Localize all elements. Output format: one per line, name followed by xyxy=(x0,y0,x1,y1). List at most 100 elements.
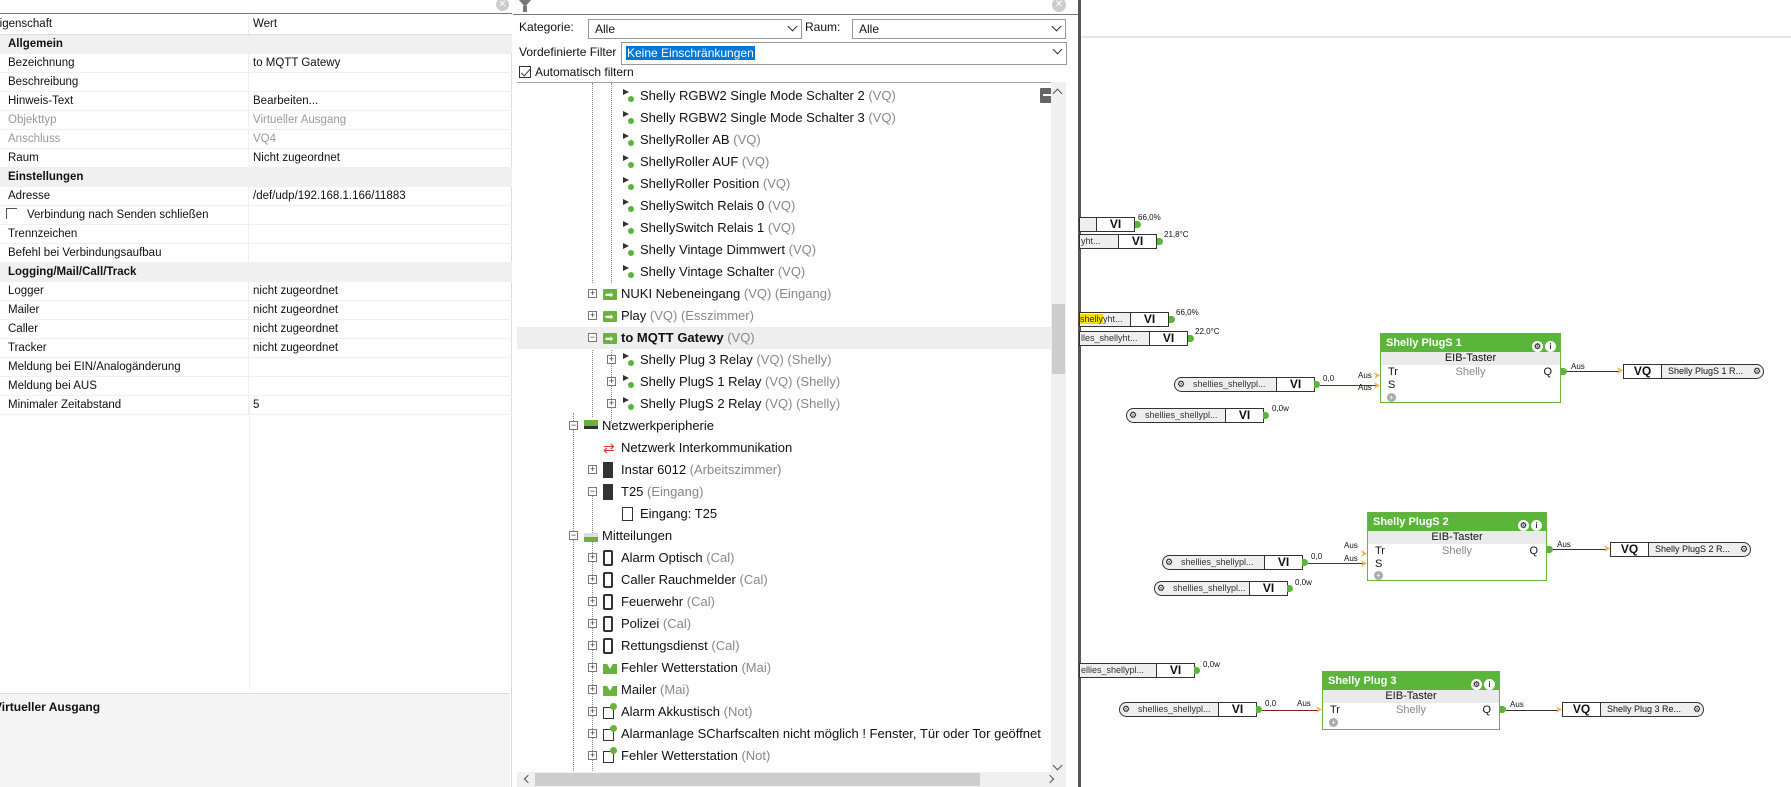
expand-icon[interactable]: + xyxy=(588,311,597,320)
property-value[interactable] xyxy=(249,206,512,224)
tree-item[interactable]: + Fehler Wetterstation (Not) xyxy=(517,745,1051,767)
tree-item[interactable]: ShellySwitch Relais 0 (VQ) xyxy=(517,195,1051,217)
expand-icon[interactable]: + xyxy=(588,575,597,584)
virtual-input-node[interactable]: ellies_shellypl... VI xyxy=(1079,663,1195,678)
property-value[interactable]: to MQTT Gatewy xyxy=(249,54,512,72)
gear-icon[interactable]: ⚙ xyxy=(1175,378,1187,391)
property-value[interactable]: Virtueller Ausgang xyxy=(249,111,512,129)
property-row[interactable]: Objekttyp Virtueller Ausgang xyxy=(0,111,512,130)
virtual-input-node[interactable]: shellyyht... VI xyxy=(1079,312,1169,327)
gear-icon[interactable]: ⚙ xyxy=(1127,409,1139,422)
property-value[interactable]: Nicht zugeordnet xyxy=(249,149,512,167)
property-row[interactable]: Meldung bei EIN/Analogänderung xyxy=(0,358,512,377)
property-value[interactable] xyxy=(249,73,512,91)
property-value[interactable] xyxy=(249,244,512,262)
tree-item[interactable]: Shelly RGBW2 Single Mode Schalter 2 (VQ) xyxy=(517,85,1051,107)
logic-block[interactable]: Shelly PlugS 2 ⚙ i EIB-Taster Tr S Q Shell… xyxy=(1367,512,1547,581)
checkbox-unchecked-icon[interactable] xyxy=(6,208,17,219)
property-row[interactable]: Minimaler Zeitabstand 5 xyxy=(0,396,512,415)
tree-item[interactable]: ShellyRoller AUF (VQ) xyxy=(517,151,1051,173)
expand-icon[interactable]: + xyxy=(588,729,597,738)
collapse-icon[interactable]: − xyxy=(569,421,578,430)
logic-block[interactable]: Shelly PlugS 1 ⚙ i EIB-Taster Tr S Q Shell… xyxy=(1380,333,1561,403)
tree-item[interactable]: + Shelly Plug 3 Relay (VQ) (Shelly) xyxy=(517,349,1051,371)
property-row[interactable]: Caller nicht zugeordnet xyxy=(0,320,512,339)
info-icon[interactable]: i xyxy=(1484,679,1495,690)
expand-icon[interactable]: + xyxy=(588,685,597,694)
output-port[interactable] xyxy=(1287,585,1293,592)
property-value[interactable] xyxy=(249,225,512,243)
gear-icon[interactable]: ⚙ xyxy=(1691,703,1703,716)
info-icon[interactable]: i xyxy=(1545,341,1556,352)
tree-item[interactable]: + Caller Rauchmelder (Cal) xyxy=(517,569,1051,591)
scroll-down-icon[interactable] xyxy=(1052,760,1063,771)
tree-item[interactable]: + Fehler Wetterstation (Mai) xyxy=(517,657,1051,679)
scroll-thumb[interactable] xyxy=(535,773,980,786)
add-input-icon[interactable]: + xyxy=(1374,571,1383,580)
property-value[interactable]: VQ4 xyxy=(249,130,512,148)
tree-item[interactable]: + Shelly PlugS 1 Relay (VQ) (Shelly) xyxy=(517,371,1051,393)
tree-item[interactable]: ShellyRoller Position (VQ) xyxy=(517,173,1051,195)
tree-item[interactable]: ⇄ Netzwerk Interkommunikation xyxy=(517,437,1051,459)
scroll-thumb[interactable] xyxy=(1052,304,1065,374)
predefined-filter-select[interactable]: Keine Einschränkungen xyxy=(621,42,1067,65)
virtual-input-node[interactable]: VI xyxy=(1079,217,1135,232)
tree-vertical-scrollbar[interactable] xyxy=(1051,82,1066,772)
tree-item[interactable]: + Feuerwehr (Cal) xyxy=(517,591,1051,613)
virtual-input-node[interactable]: lles_shellyht... VI xyxy=(1079,331,1188,346)
property-value[interactable]: /def/udp/192.168.1.166/11883 xyxy=(249,187,512,205)
close-icon[interactable]: ✕ xyxy=(496,0,509,11)
output-port[interactable] xyxy=(1194,667,1200,674)
expand-icon[interactable]: + xyxy=(607,377,616,386)
property-value[interactable]: Bearbeiten... xyxy=(249,92,512,110)
virtual-input-node[interactable]: ⚙ shellies_shellypl... VI xyxy=(1126,408,1264,423)
tree-item[interactable]: + Shelly PlugS 2 Relay (VQ) (Shelly) xyxy=(517,393,1051,415)
room-select[interactable]: Alle xyxy=(852,19,1066,39)
gear-icon[interactable]: ⚙ xyxy=(1471,679,1482,690)
add-input-icon[interactable]: + xyxy=(1387,393,1396,402)
expand-icon[interactable]: + xyxy=(588,465,597,474)
tree-item[interactable]: + Alarm Optisch (Cal) xyxy=(517,547,1051,569)
expand-icon[interactable]: + xyxy=(588,597,597,606)
property-row[interactable]: Bezeichnung to MQTT Gatewy xyxy=(0,54,512,73)
connection-wire[interactable] xyxy=(1553,549,1606,550)
property-row[interactable]: Raum Nicht zugeordnet xyxy=(0,149,512,168)
property-value[interactable]: 5 xyxy=(249,396,512,414)
gear-icon[interactable]: ⚙ xyxy=(1155,582,1167,595)
expand-icon[interactable]: + xyxy=(588,553,597,562)
output-port[interactable] xyxy=(1135,221,1141,228)
scroll-right-icon[interactable] xyxy=(1045,774,1055,784)
tree-item[interactable]: + Alarmanlage SCharfscalten nicht möglich… xyxy=(517,723,1051,745)
tree-item[interactable]: ShellySwitch Relais 1 (VQ) xyxy=(517,217,1051,239)
property-value[interactable]: nicht zugeordnet xyxy=(249,301,512,319)
logic-canvas[interactable]: VI 66,0% yht... VI 21,8°C shellyyht... VI … xyxy=(1078,0,1791,787)
virtual-input-node[interactable]: ⚙ shellies_shellypl... VI xyxy=(1174,377,1315,392)
property-row[interactable]: Anschluss VQ4 xyxy=(0,130,512,149)
gear-icon[interactable]: ⚙ xyxy=(1751,365,1763,378)
expand-icon[interactable]: + xyxy=(588,751,597,760)
connection-wire[interactable] xyxy=(1308,563,1364,564)
property-row[interactable]: Logger nicht zugeordnet xyxy=(0,282,512,301)
virtual-input-node[interactable]: ⚙ shellies_shellypl... VI xyxy=(1119,702,1257,717)
column-header-value[interactable]: Wert xyxy=(249,15,512,34)
tree-item[interactable]: + Instar 6012 (Arbeitszimmer) xyxy=(517,459,1051,481)
connection-wire[interactable] xyxy=(1506,710,1558,711)
scroll-up-icon[interactable] xyxy=(1052,88,1063,99)
tree-item[interactable]: + Alarm Akkustisch (Not) xyxy=(517,701,1051,723)
property-row[interactable]: Befehl bei Verbindungsaufbau xyxy=(0,244,512,263)
tree-item[interactable]: − Mitteilungen xyxy=(517,525,1051,547)
expand-icon[interactable]: + xyxy=(588,289,597,298)
tree-item[interactable]: Shelly Vintage Schalter (VQ) xyxy=(517,261,1051,283)
expand-icon[interactable]: + xyxy=(588,641,597,650)
property-row[interactable]: Verbindung nach Senden schließen xyxy=(0,206,512,225)
column-header-property[interactable]: Eigenschaft xyxy=(0,15,249,34)
output-port[interactable] xyxy=(1157,238,1163,245)
property-row[interactable]: Hinweis-Text Bearbeiten... xyxy=(0,92,512,111)
expand-icon[interactable]: + xyxy=(607,399,616,408)
expand-icon[interactable]: + xyxy=(588,707,597,716)
tree-horizontal-scrollbar[interactable] xyxy=(517,772,1066,787)
virtual-output-node[interactable]: VQ Shelly PlugS 1 R... ⚙ xyxy=(1623,364,1764,379)
property-value[interactable]: nicht zugeordnet xyxy=(249,282,512,300)
tree-item[interactable]: + Mailer (Mai) xyxy=(517,679,1051,701)
tree-item[interactable]: + Rettungsdienst (Cal) xyxy=(517,635,1051,657)
